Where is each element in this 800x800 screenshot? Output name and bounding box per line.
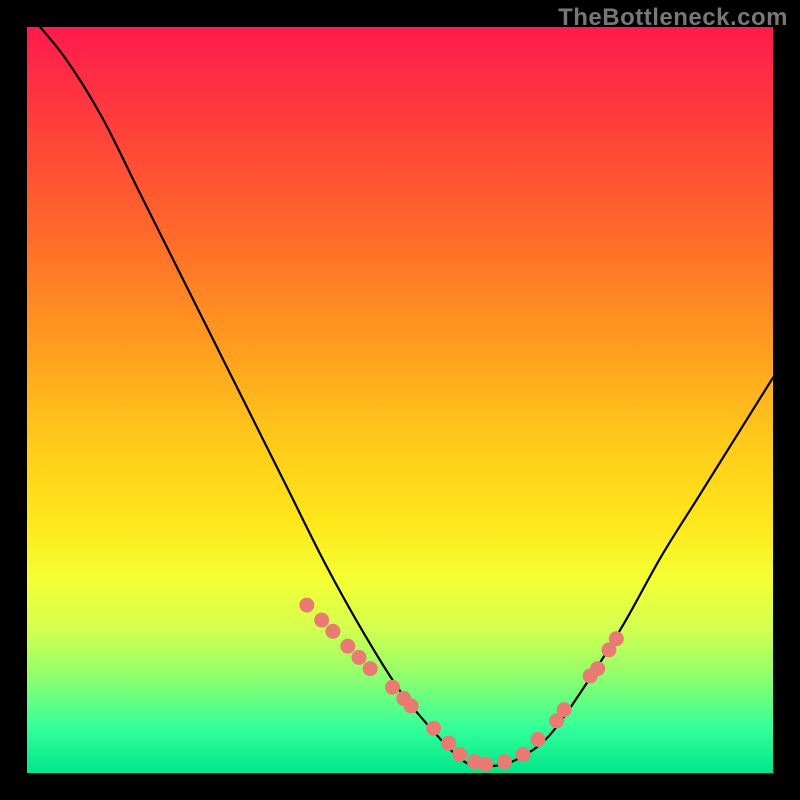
highlight-dot (609, 631, 624, 646)
bottleneck-curve (27, 27, 773, 766)
highlight-dot (452, 747, 467, 762)
highlight-dot (404, 698, 419, 713)
highlight-dot (299, 598, 314, 613)
chart-svg (27, 27, 773, 773)
chart-plot-area (27, 27, 773, 773)
highlight-dot (497, 754, 512, 769)
highlight-dot (531, 732, 546, 747)
highlight-dot (363, 661, 378, 676)
watermark-text: TheBottleneck.com (558, 4, 788, 32)
highlight-dot (478, 757, 493, 772)
highlight-dot (426, 721, 441, 736)
highlight-dot (557, 702, 572, 717)
highlight-dot (516, 747, 531, 762)
highlight-dot (352, 650, 367, 665)
highlight-dot (441, 736, 456, 751)
highlight-dot (385, 680, 400, 695)
highlight-dot (314, 613, 329, 628)
chart-frame: TheBottleneck.com (0, 0, 800, 800)
highlight-dot (340, 639, 355, 654)
highlight-dot (325, 624, 340, 639)
highlight-dots-group (299, 598, 624, 772)
highlight-dot (590, 661, 605, 676)
